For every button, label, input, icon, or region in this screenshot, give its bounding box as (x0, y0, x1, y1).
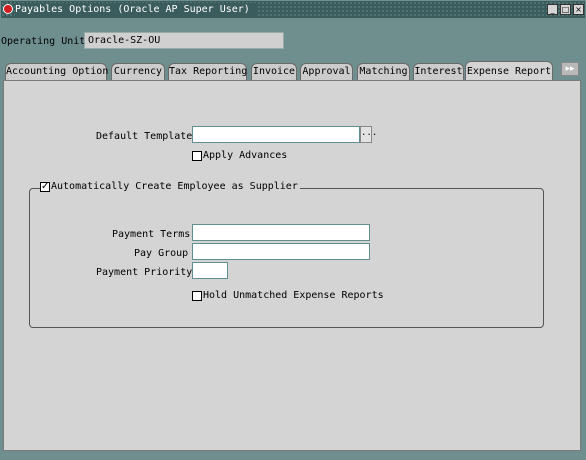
tab-accounting-option[interactable]: Accounting Option (5, 63, 108, 80)
minimize-icon[interactable]: _ (547, 4, 558, 15)
close-icon[interactable]: × (573, 4, 584, 15)
auto-create-supplier-checkbox[interactable]: ✓ (40, 181, 50, 192)
maximize-icon[interactable]: □ (560, 4, 571, 15)
pay-group-label: Pay Group (134, 248, 189, 259)
tab-matching[interactable]: Matching (357, 63, 410, 80)
tab-approval[interactable]: Approval (300, 63, 353, 80)
auto-create-supplier-row: ✓ Automatically Create Employee as Suppl… (40, 181, 300, 192)
hold-unmatched-row: Hold Unmatched Expense Reports (192, 290, 384, 301)
payment-terms-label: Payment Terms (112, 229, 191, 240)
apply-advances-label: Apply Advances (203, 150, 288, 161)
payment-priority-label: Payment Priority (96, 267, 193, 278)
window-title: Payables Options (Oracle AP Super User) (15, 3, 256, 16)
default-template-label: Default Template (96, 131, 193, 142)
title-bar[interactable]: Payables Options (Oracle AP Super User) … (1, 1, 585, 18)
auto-create-supplier-label: Automatically Create Employee as Supplie… (51, 181, 298, 192)
tab-invoice[interactable]: Invoice (251, 63, 297, 80)
default-template-field[interactable] (192, 126, 360, 143)
hold-unmatched-checkbox[interactable] (192, 290, 202, 301)
hold-unmatched-label: Hold Unmatched Expense Reports (203, 290, 384, 301)
next-tabs-icon[interactable]: ▸▸ (561, 62, 579, 76)
apply-advances-row: Apply Advances (192, 150, 287, 161)
pay-group-field[interactable] (192, 243, 370, 260)
tab-interest[interactable]: Interest (413, 63, 464, 80)
payables-options-window: Payables Options (Oracle AP Super User) … (0, 0, 586, 460)
operating-unit-label: Operating Unit (1, 36, 86, 47)
payment-terms-field[interactable] (192, 224, 370, 241)
payment-priority-field[interactable] (192, 262, 228, 279)
default-template-lov-button[interactable]: ... (360, 126, 377, 143)
operating-unit-field[interactable]: Oracle-SZ-OU (84, 32, 284, 49)
tab-currency[interactable]: Currency (111, 63, 165, 80)
tab-expense-report[interactable]: Expense Report (465, 61, 553, 82)
oracle-logo-icon (3, 4, 13, 14)
apply-advances-checkbox[interactable] (192, 150, 202, 161)
tab-tax-reporting[interactable]: Tax Reporting (168, 63, 247, 80)
